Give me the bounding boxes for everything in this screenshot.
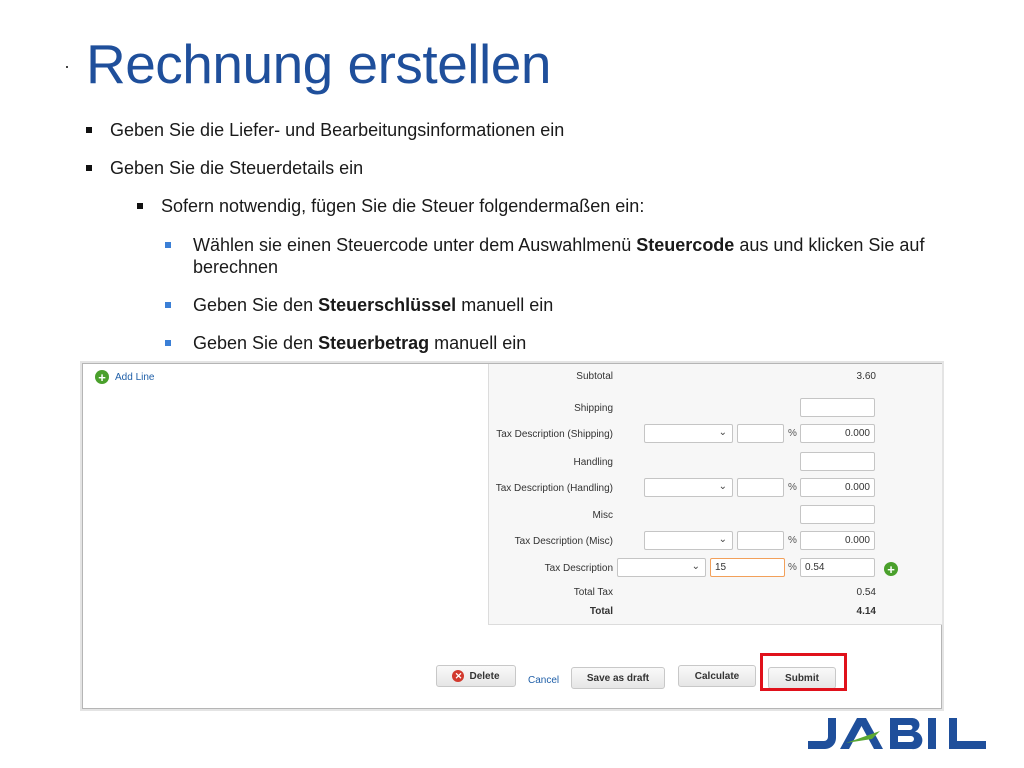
percent-sign: %: [788, 482, 797, 493]
line-items-pane: + Add Line: [83, 364, 488, 624]
bullet-list-level2: Sofern notwendig, fügen Sie die Steuer f…: [137, 195, 737, 217]
total-label: Total: [589, 606, 613, 617]
bullet-item: Wählen sie einen Steuercode unter dem Au…: [165, 234, 955, 278]
tax-rate-input[interactable]: 15: [710, 558, 785, 577]
jabil-logo: [808, 717, 986, 750]
tax-misc-label: Tax Description (Misc): [514, 536, 613, 547]
chevron-down-icon: ⌄: [718, 481, 727, 492]
total-tax-value: 0.54: [856, 587, 876, 598]
chevron-down-icon: ⌄: [718, 534, 727, 545]
bullet-item: Geben Sie die Steuerdetails ein: [86, 157, 686, 179]
handling-input[interactable]: [800, 452, 875, 471]
bullet-item: Sofern notwendig, fügen Sie die Steuer f…: [137, 195, 737, 217]
plus-icon: +: [95, 370, 109, 384]
calculate-button[interactable]: Calculate: [678, 665, 756, 687]
page-title: Rechnung erstellen: [86, 33, 551, 95]
tax-handling-label: Tax Description (Handling): [495, 483, 613, 494]
percent-sign: %: [788, 428, 797, 439]
percent-sign: %: [788, 562, 797, 573]
bullet-list-level3: Wählen sie einen Steuercode unter dem Au…: [165, 234, 955, 354]
shipping-input[interactable]: [800, 398, 875, 417]
handling-label: Handling: [573, 457, 613, 468]
total-value: 4.14: [856, 606, 876, 617]
bullet-text: manuell ein: [429, 333, 527, 353]
total-row: Total 4.14: [489, 601, 942, 623]
bullet-list-level1: Geben Sie die Liefer- und Bearbeitungsin…: [86, 119, 686, 179]
tax-description-label: Tax Description: [544, 563, 613, 574]
misc-input[interactable]: [800, 505, 875, 524]
cancel-link[interactable]: Cancel: [528, 675, 559, 686]
tax-shipping-rate-input[interactable]: [737, 424, 784, 443]
tax-misc-rate-input[interactable]: [737, 531, 784, 550]
shipping-label: Shipping: [574, 403, 613, 414]
subtotal-label: Subtotal: [576, 371, 613, 382]
misc-row: Misc: [489, 505, 942, 527]
chevron-down-icon: ⌄: [718, 427, 727, 438]
bullet-item: Geben Sie die Liefer- und Bearbeitungsin…: [86, 119, 686, 141]
tax-handling-row: Tax Description (Handling) ⌄ % 0.000: [489, 478, 942, 500]
decorative-dot: [66, 66, 68, 68]
tax-shipping-select[interactable]: ⌄: [644, 424, 733, 443]
chevron-down-icon: ⌄: [691, 561, 700, 572]
tax-misc-amount-input[interactable]: 0.000: [800, 531, 875, 550]
bullet-text: Geben Sie den: [193, 295, 319, 315]
submit-highlight-box: [760, 653, 847, 691]
close-icon: ✕: [452, 670, 465, 682]
add-line-label: Add Line: [115, 371, 155, 383]
bullet-bold-text: Steuercode: [636, 235, 735, 255]
handling-row: Handling: [489, 452, 942, 474]
subtotal-row: Subtotal 3.60: [489, 366, 942, 388]
bullet-bold-text: Steuerschlüssel: [318, 295, 457, 315]
tax-handling-select[interactable]: ⌄: [644, 478, 733, 497]
tax-misc-row: Tax Description (Misc) ⌄ % 0.000: [489, 531, 942, 553]
bullet-text: Wählen sie einen Steuercode unter dem Au…: [193, 235, 637, 255]
percent-sign: %: [788, 535, 797, 546]
tax-handling-amount-input[interactable]: 0.000: [800, 478, 875, 497]
tax-handling-rate-input[interactable]: [737, 478, 784, 497]
tax-shipping-amount-input[interactable]: 0.000: [800, 424, 875, 443]
tax-code-select[interactable]: ⌄: [617, 558, 706, 577]
bullet-text: manuell ein: [456, 295, 554, 315]
add-line-button[interactable]: + Add Line: [95, 370, 154, 384]
tax-amount-input[interactable]: 0.54: [800, 558, 875, 577]
delete-button[interactable]: ✕ Delete: [436, 665, 516, 687]
tax-shipping-label: Tax Description (Shipping): [496, 429, 613, 440]
invoice-form-screenshot: + Add Line Subtotal 3.60 Shipping Tax De…: [82, 363, 942, 709]
misc-label: Misc: [592, 510, 613, 521]
tax-shipping-row: Tax Description (Shipping) ⌄ % 0.000: [489, 424, 942, 446]
totals-pane: Subtotal 3.60 Shipping Tax Description (…: [488, 364, 942, 625]
save-draft-button[interactable]: Save as draft: [571, 667, 665, 689]
bullet-item: Geben Sie den Steuerbetrag manuell ein: [165, 332, 955, 354]
bullet-item: Geben Sie den Steuerschlüssel manuell ei…: [165, 294, 955, 316]
bullet-bold-text: Steuerbetrag: [318, 333, 430, 353]
tax-description-row: Tax Description ⌄ 15 % 0.54 +: [489, 558, 942, 580]
delete-label: Delete: [469, 670, 500, 682]
bullet-text: Geben Sie die Liefer- und Bearbeitungsin…: [110, 120, 565, 140]
subtotal-value: 3.60: [856, 371, 876, 382]
total-tax-label: Total Tax: [573, 587, 613, 598]
bullet-text: Geben Sie die Steuerdetails ein: [110, 158, 364, 178]
bullet-text: Sofern notwendig, fügen Sie die Steuer f…: [161, 196, 645, 216]
shipping-row: Shipping: [489, 398, 942, 420]
add-tax-plus-icon[interactable]: +: [884, 562, 898, 576]
tax-misc-select[interactable]: ⌄: [644, 531, 733, 550]
bullet-text: Geben Sie den: [193, 333, 319, 353]
action-bar: ✕ Delete Cancel Save as draft Calculate …: [83, 625, 941, 708]
